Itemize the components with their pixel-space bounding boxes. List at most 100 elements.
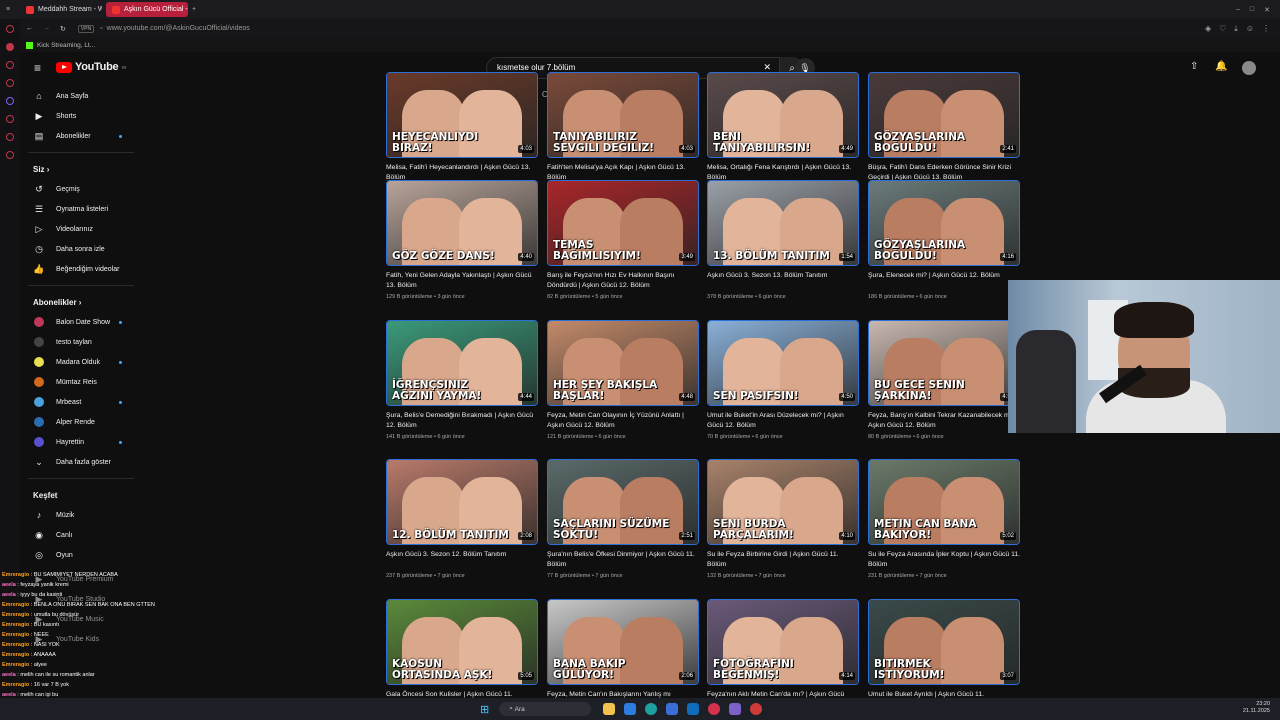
video-thumbnail[interactable]: SENI BURDA PARÇALARIM! 4:10 xyxy=(707,459,859,545)
youtube-logo[interactable]: YouTube TR xyxy=(56,61,126,73)
video-title[interactable]: Barış ile Feyza'nın Hızı Ev Halkının Baş… xyxy=(547,271,699,290)
reload-icon[interactable]: ↻ xyxy=(60,25,66,33)
video-card[interactable]: KAOSUN ORTASINDA AŞK! 5:05 Gala Öncesi Son… xyxy=(386,599,538,709)
opera-sidebar-icon[interactable] xyxy=(6,61,14,69)
download-icon[interactable]: ⤓ xyxy=(1234,24,1238,34)
video-card[interactable]: İĞRENÇSINIZ AĞZINI YAYMA! 4:44 Şura, Belis… xyxy=(386,320,538,440)
opera-sidebar-icon[interactable] xyxy=(6,97,14,105)
sidebar-item-ge-mi-[interactable]: ↺ Geçmiş xyxy=(20,179,142,199)
video-title[interactable]: Şura, Elenecek mi? | Aşkın Gücü 12. Bölü… xyxy=(868,271,1020,290)
photos-icon[interactable] xyxy=(624,703,637,715)
maximize-icon[interactable]: □ xyxy=(1250,6,1254,14)
new-tab-button[interactable]: + xyxy=(192,6,196,13)
app-icon[interactable] xyxy=(750,703,763,715)
opera-sidebar-icon[interactable] xyxy=(6,115,14,123)
video-thumbnail[interactable]: SAÇLARINI SÜZÜME SOKTU! 2:51 xyxy=(547,459,699,545)
sidebar-item-daha-sonra-izle[interactable]: ◷ Daha sonra izle xyxy=(20,239,142,259)
sidebar-item-balon-date-show[interactable]: Balon Date Show xyxy=(20,312,142,332)
security-icon[interactable]: ▫ xyxy=(100,25,102,32)
profile-icon[interactable]: ☺ xyxy=(1246,24,1254,34)
video-thumbnail[interactable]: GÖZYAŞLARINA BOĞULDU! 2:41 xyxy=(868,72,1020,158)
store-icon[interactable] xyxy=(666,703,679,715)
video-thumbnail[interactable]: 13. BÖLÜM TANITIM 1:54 xyxy=(707,180,859,266)
extension-icon[interactable]: ◈ xyxy=(1205,24,1211,34)
sidebar-item-hayrettin[interactable]: Hayrettin xyxy=(20,432,142,452)
vpn-badge[interactable]: VPN xyxy=(77,24,95,33)
outlook-icon[interactable] xyxy=(687,703,700,715)
video-title[interactable]: Şura'nın Belis'e Öfkesi Dinmiyor | Aşkın… xyxy=(547,550,699,569)
video-thumbnail[interactable]: HER ŞEY BAKIŞLA BAŞLAR! 4:48 xyxy=(547,320,699,406)
sidebar-item-oynatma-listeleri[interactable]: ☰ Oynatma listeleri xyxy=(20,199,142,219)
sidebar-item-videolar-n-z[interactable]: ▷ Videolarınız xyxy=(20,219,142,239)
video-card[interactable]: HEYECANLIYDI BIRAZ! 4:03 Melisa, Fatih'i H… xyxy=(386,72,538,192)
hamburger-menu-icon[interactable]: ≡ xyxy=(34,61,41,75)
video-card[interactable]: GÖZYAŞLARINA BOĞULDU! 4:16 Şura, Elenecek … xyxy=(868,180,1020,300)
sidebar-item-mrbeast[interactable]: Mrbeast xyxy=(20,392,142,412)
video-card[interactable]: HER ŞEY BAKIŞLA BAŞLAR! 4:48 Feyza, Metin … xyxy=(547,320,699,440)
more-menu-icon[interactable]: ⋮ xyxy=(1262,24,1270,34)
video-card[interactable]: METIN CAN BANA BAKIYOR! 5:02 Su ile Feyza … xyxy=(868,459,1020,579)
opera-sidebar-icon[interactable] xyxy=(6,25,14,33)
opera-sidebar-icon[interactable] xyxy=(6,43,14,51)
video-card[interactable]: FOTOĞRAFINI BEĞENMIŞ! 4:14 Feyza'nın Aklı … xyxy=(707,599,859,709)
bookmark-icon[interactable]: ♡ xyxy=(1219,24,1226,34)
sidebar-item-m-mtaz-reis[interactable]: Mümtaz Reis xyxy=(20,372,142,392)
close-window-icon[interactable]: ✕ xyxy=(1264,6,1270,14)
video-thumbnail[interactable]: TANIYABILIRIZ SEVGILI DEĞILIZ! 4:03 xyxy=(547,72,699,158)
video-card[interactable]: BITIRMEK ISTIYORUM! 3:07 Umut ile Buket Ay… xyxy=(868,599,1020,709)
video-thumbnail[interactable]: GÖZYAŞLARINA BOĞULDU! 4:16 xyxy=(868,180,1020,266)
you-section-heading[interactable]: Siz › xyxy=(20,159,142,179)
sidebar-item-madara-olduk[interactable]: Madara Olduk xyxy=(20,352,142,372)
minimize-icon[interactable]: – xyxy=(1236,6,1240,14)
video-title[interactable]: Su ile Feyza Birbirine Girdi | Aşkın Güc… xyxy=(707,550,859,569)
sidebar-item-m-zik[interactable]: ♪ Müzik xyxy=(20,505,142,525)
video-card[interactable]: 12. BÖLÜM TANITIM 2:08 Aşkın Gücü 3. Sezon… xyxy=(386,459,538,579)
video-card[interactable]: BANA BAKIP GÜLÜYOR! 2:06 Feyza, Metin Can'… xyxy=(547,599,699,709)
edge-icon[interactable] xyxy=(645,703,658,715)
browser-tab[interactable]: Aşkın Gücü Official - You xyxy=(106,2,188,17)
video-thumbnail[interactable]: SEN PASIFSIN! 4:50 xyxy=(707,320,859,406)
create-upload-icon[interactable]: ⇧ xyxy=(1190,61,1198,72)
avatar[interactable] xyxy=(1242,61,1256,75)
video-thumbnail[interactable]: 12. BÖLÜM TANITIM 2:08 xyxy=(386,459,538,545)
video-card[interactable]: TEMAS BAĞIMLISIYIM! 3:49 Barış ile Feyza'n… xyxy=(547,180,699,300)
video-thumbnail[interactable]: GÖZ GÖZE DANS! 4:40 xyxy=(386,180,538,266)
back-icon[interactable]: ← xyxy=(26,25,33,32)
video-thumbnail[interactable]: FOTOĞRAFINI BEĞENMIŞ! 4:14 xyxy=(707,599,859,685)
video-title[interactable]: Aşkın Gücü 3. Sezon 13. Bölüm Tanıtım xyxy=(707,271,859,290)
video-card[interactable]: GÖZ GÖZE DANS! 4:40 Fatih, Yeni Gelen Aday… xyxy=(386,180,538,300)
notifications-icon[interactable]: 🔔 xyxy=(1215,61,1227,72)
sidebar-item-shorts[interactable]: ▶ Shorts xyxy=(20,106,142,126)
browser-menu-icon[interactable]: ≡ xyxy=(0,6,16,13)
browser-tab[interactable]: Meddahh Stream - Watc xyxy=(20,2,102,17)
video-card[interactable]: 13. BÖLÜM TANITIM 1:54 Aşkın Gücü 3. Sezon… xyxy=(707,180,859,300)
system-clock[interactable]: 23:20 21.11.2025 xyxy=(1243,701,1270,715)
sidebar-item-testo-taylan[interactable]: testo taylan xyxy=(20,332,142,352)
video-thumbnail[interactable]: HEYECANLIYDI BIRAZ! 4:03 xyxy=(386,72,538,158)
video-title[interactable]: Aşkın Gücü 3. Sezon 12. Bölüm Tanıtım xyxy=(386,550,538,569)
video-title[interactable]: Fatih, Yeni Gelen Adayla Yakınlaştı | Aş… xyxy=(386,271,538,290)
video-title[interactable]: Umut ile Buket'in Arası Düzelecek mi? | … xyxy=(707,411,859,430)
url-field[interactable]: www.youtube.com/@AskinGucuOfficial/video… xyxy=(107,25,250,32)
video-thumbnail[interactable]: METIN CAN BANA BAKIYOR! 5:02 xyxy=(868,459,1020,545)
video-thumbnail[interactable]: KAOSUN ORTASINDA AŞK! 5:05 xyxy=(386,599,538,685)
opera-icon[interactable] xyxy=(708,703,721,715)
video-thumbnail[interactable]: BU GECE SENIN ŞARKINA!4:57 xyxy=(868,320,1020,406)
forward-icon[interactable]: → xyxy=(43,25,50,32)
opera-sidebar-icon[interactable] xyxy=(6,79,14,87)
video-title[interactable]: Feyza, Metin Can Olayının İç Yüzünü Anla… xyxy=(547,411,699,430)
video-thumbnail[interactable]: TEMAS BAĞIMLISIYIM! 3:49 xyxy=(547,180,699,266)
video-thumbnail[interactable]: BENI TANIYABILIRSIN! 4:49 xyxy=(707,72,859,158)
video-thumbnail[interactable]: BANA BAKIP GÜLÜYOR! 2:06 xyxy=(547,599,699,685)
video-thumbnail[interactable]: İĞRENÇSINIZ AĞZINI YAYMA! 4:44 xyxy=(386,320,538,406)
video-card[interactable]: SAÇLARINI SÜZÜME SOKTU! 2:51 Şura'nın Beli… xyxy=(547,459,699,579)
video-title[interactable]: Feyza, Barış'ın Kalbini Tekrar Kazanabil… xyxy=(868,411,1020,430)
video-card[interactable]: SEN PASIFSIN! 4:50 Umut ile Buket'in Arası… xyxy=(707,320,859,440)
taskbar-search[interactable]: ⌕ Ara xyxy=(499,702,592,716)
video-card[interactable]: BU GECE SENIN ŞARKINA!4:57 Feyza, Barış'ı… xyxy=(868,320,1020,440)
sidebar-item-ana-sayfa[interactable]: ⌂ Ana Sayfa xyxy=(20,86,142,106)
bookmark-kick[interactable]: Kick Streaming, Lt... xyxy=(37,42,95,49)
video-card[interactable]: TANIYABILIRIZ SEVGILI DEĞILIZ! 4:03 Fatih'… xyxy=(547,72,699,192)
file-explorer-icon[interactable] xyxy=(603,703,616,715)
subscriptions-heading[interactable]: Abonelikler › xyxy=(20,292,142,312)
